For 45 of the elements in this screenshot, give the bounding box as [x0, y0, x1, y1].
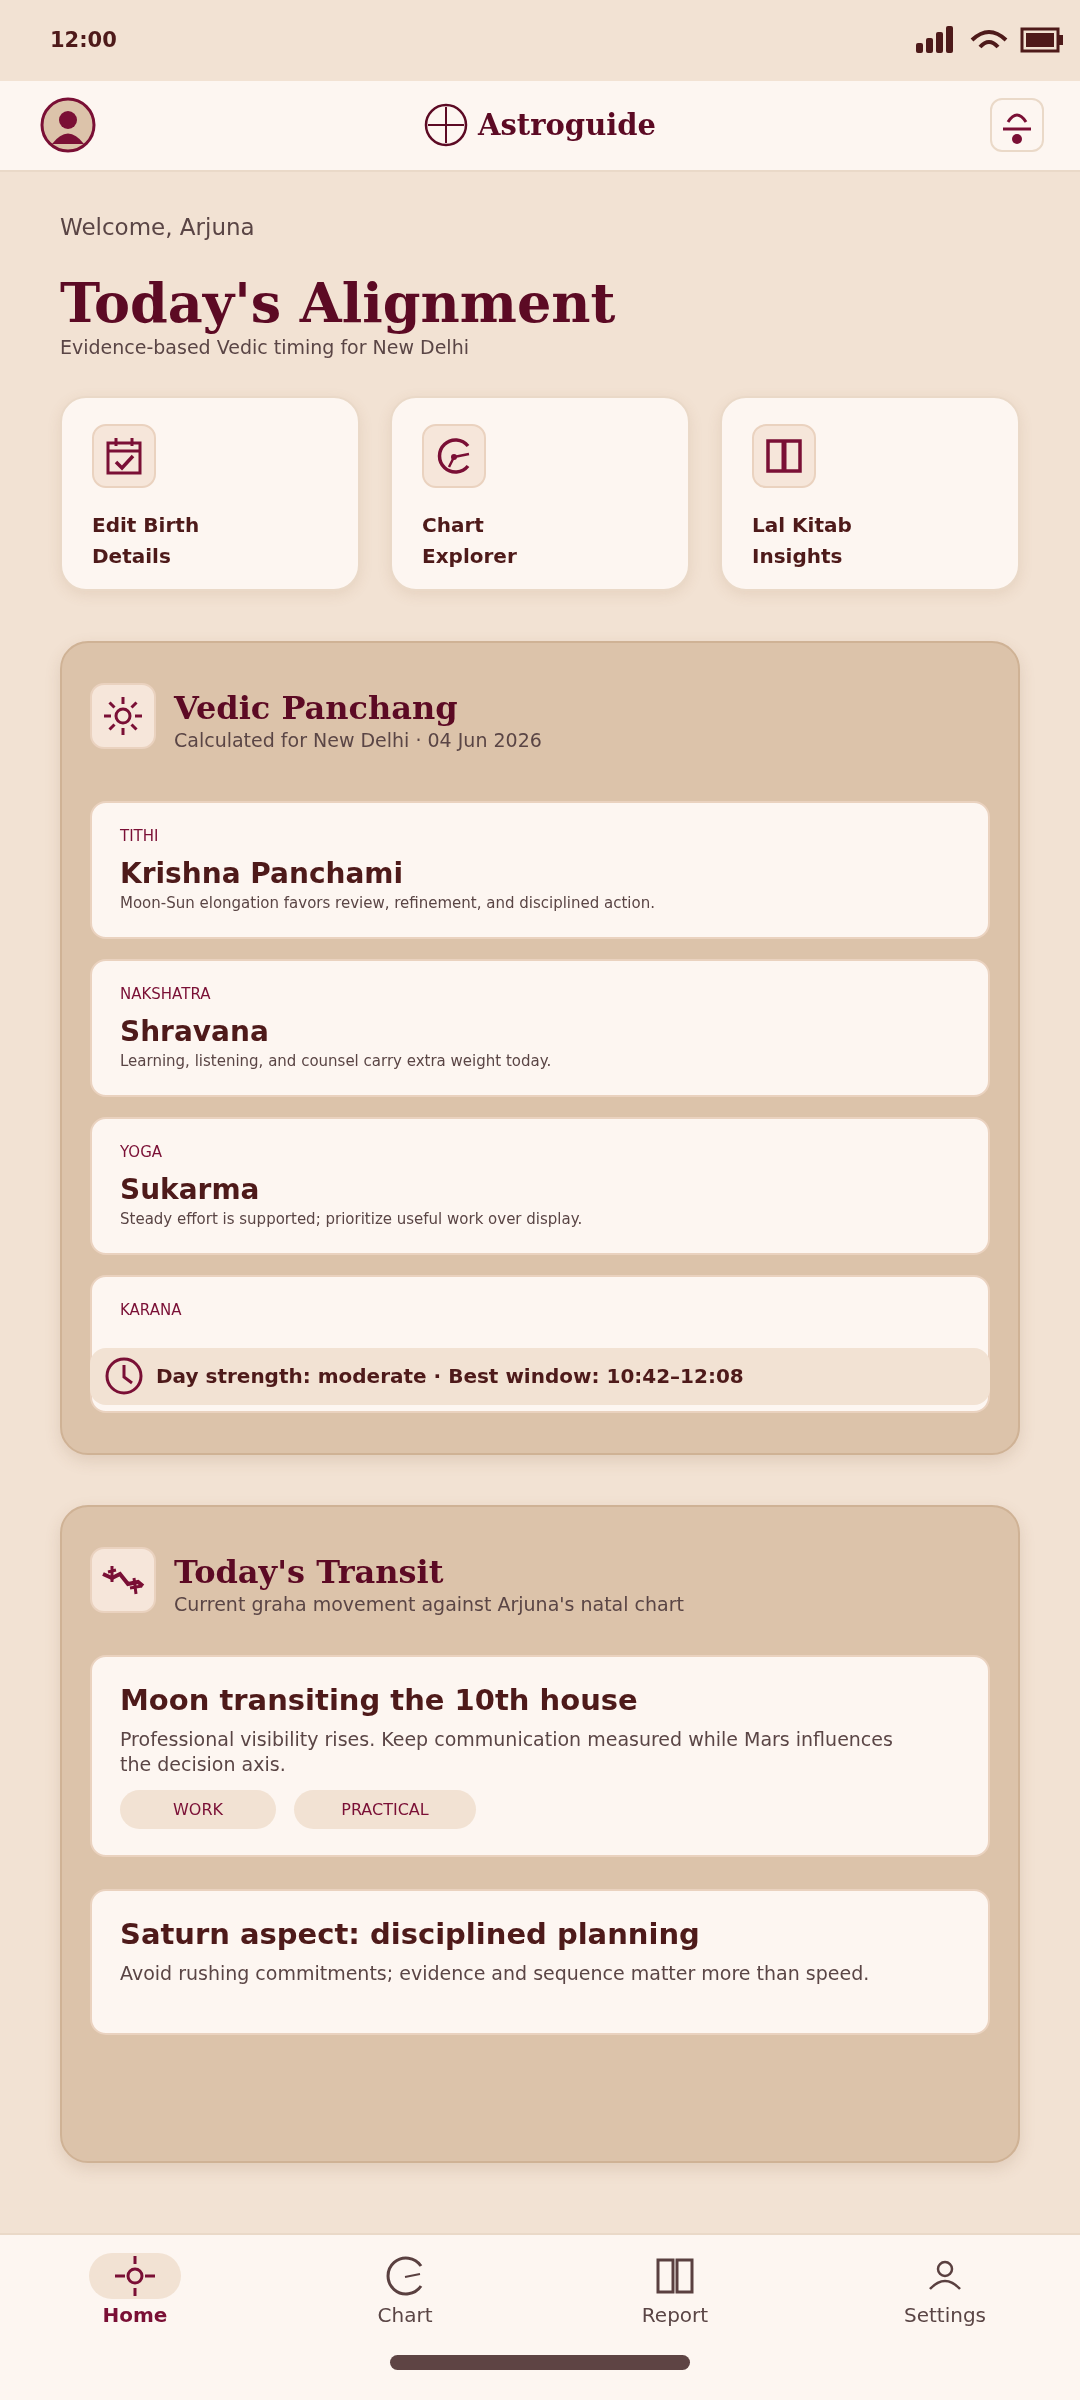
item-value: Shravana	[120, 1014, 270, 1048]
transit-title: Saturn aspect: disciplined planning	[120, 1916, 701, 1951]
item-label: KARANA	[120, 1300, 183, 1319]
notification-button[interactable]	[990, 98, 1044, 153]
target-icon	[113, 2253, 157, 2298]
nav-tab[interactable]: Chart	[270, 2252, 540, 2327]
action-label: Lal Kitab Insights	[752, 511, 853, 570]
item-value: Sukarma	[120, 1172, 261, 1206]
item-label: NAKSHATRA	[120, 984, 212, 1003]
status-time: 12:00	[50, 28, 117, 53]
transit-description: Avoid rushing commitments; evidence and sequence matter more than speed.	[120, 1960, 871, 1986]
clock-icon	[104, 1356, 144, 1397]
nav-tab[interactable]: Settings	[810, 2252, 1080, 2327]
transit-title: Moon transiting the 10th house	[120, 1682, 639, 1717]
summary-text: Day strength: moderate · Best window: 10:42–12:08	[156, 1364, 744, 1389]
page-heading: Today's Alignment	[60, 274, 617, 334]
item-label: YOGA	[120, 1142, 164, 1161]
item-label: TITHI	[120, 826, 160, 845]
transit-description: Professional visibility rises. Keep communication measured while Mars influences the decision axis.	[120, 1726, 894, 1778]
calendar-check-icon	[105, 435, 143, 476]
battery-icon	[1020, 27, 1064, 54]
app-title: Astroguide	[478, 108, 656, 143]
logo-icon	[424, 103, 468, 148]
panel-title: Today's Transit	[174, 1552, 445, 1591]
panel-title: Vedic Panchang	[174, 688, 459, 727]
action-card[interactable]: Lal Kitab Insights	[720, 395, 1020, 591]
action-label: Chart Explorer	[422, 511, 518, 570]
panel-subtitle: Current graha movement against Arjuna's natal chart	[174, 1592, 684, 1615]
item-note: Moon-Sun elongation favors review, refinement, and disciplined action.	[120, 893, 656, 912]
sun-icon	[102, 694, 144, 737]
action-label: Edit Birth Details	[92, 511, 201, 570]
item-value: Krishna Panchami	[120, 856, 405, 890]
greeting: Welcome, Arjuna	[60, 214, 256, 241]
tag-chip: PRACTICAL	[294, 1789, 476, 1829]
item-note: Steady effort is supported; prioritize useful work over display.	[120, 1209, 584, 1228]
panel-subtitle: Calculated for New Delhi · 04 Jun 2026	[174, 728, 542, 751]
avatar-icon[interactable]	[40, 97, 96, 154]
item-note: Learning, listening, and counsel carry extra weight today.	[120, 1051, 553, 1070]
nav-tab[interactable]: Home	[0, 2252, 270, 2327]
nav-tab[interactable]: Report	[540, 2252, 810, 2327]
book-icon	[655, 2256, 695, 2295]
tag-chip: WORK	[120, 1789, 276, 1829]
action-card[interactable]: Edit Birth Details	[60, 395, 360, 591]
page-subheading: Evidence-based Vedic timing for New Delhi	[60, 335, 470, 358]
action-card[interactable]: Chart Explorer	[390, 395, 690, 591]
